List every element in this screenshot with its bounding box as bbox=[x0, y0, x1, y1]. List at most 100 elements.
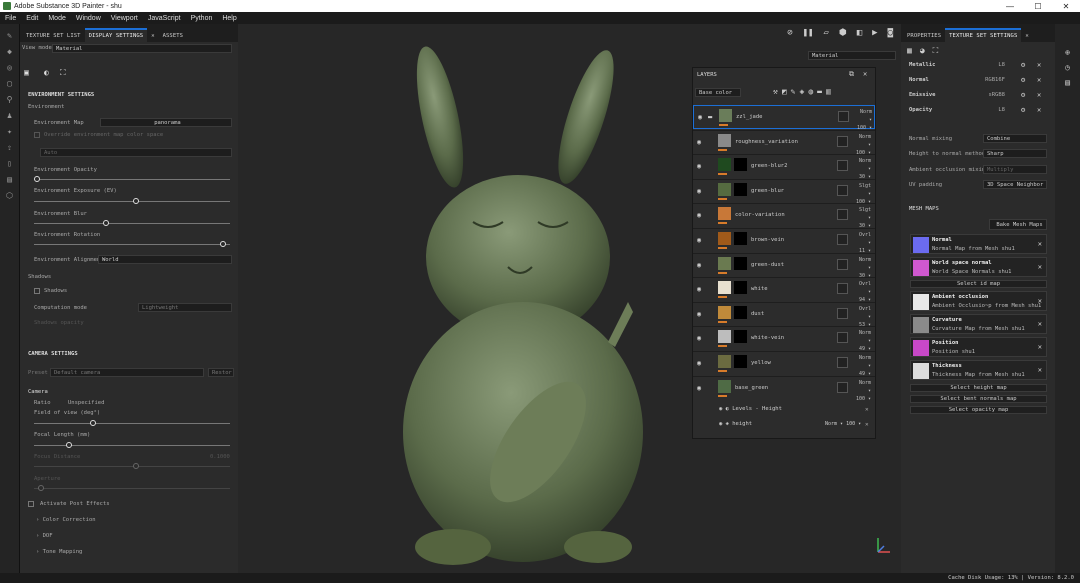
height-to-normal-select[interactable]: Sharp bbox=[983, 149, 1047, 158]
uv-padding-select[interactable]: 3D Space Neighbor bbox=[983, 180, 1047, 189]
view-mode-select[interactable]: Material bbox=[52, 44, 232, 53]
layer-blend[interactable]: Norm ▾ 49 ▾ bbox=[853, 329, 871, 353]
add-paint-layer-icon[interactable]: ✎ bbox=[791, 87, 796, 96]
layer-row[interactable]: ◉ yellow Norm ▾ 49 ▾ bbox=[693, 351, 875, 378]
layer-select-checkbox[interactable] bbox=[837, 234, 848, 245]
layer-select-checkbox[interactable] bbox=[837, 307, 848, 319]
eye-icon[interactable]: ◉ bbox=[697, 236, 701, 244]
3d-view-icon[interactable]: ◧ bbox=[857, 28, 862, 38]
layer-select-checkbox[interactable] bbox=[837, 332, 848, 344]
layer-select-checkbox[interactable] bbox=[837, 381, 848, 393]
tab-assets[interactable]: ASSETS bbox=[159, 30, 187, 42]
layer-mask-thumbnail[interactable] bbox=[734, 305, 747, 319]
channel-settings-icon[interactable]: ⚙ bbox=[1021, 91, 1025, 99]
field-of-view-slider[interactable] bbox=[34, 423, 230, 424]
paint-brush-icon[interactable]: ✎ bbox=[5, 32, 15, 40]
mesh-map-slot[interactable]: Position Position shu1 ✕ bbox=[910, 337, 1047, 357]
sphere-icon[interactable]: ◕ bbox=[920, 46, 925, 56]
focal-length-slider[interactable] bbox=[34, 445, 230, 446]
trash-icon[interactable]: ▯ bbox=[5, 160, 15, 168]
layer-blend[interactable]: Norm ▾ 100 ▾ bbox=[853, 379, 871, 403]
color-space-select[interactable]: Auto bbox=[40, 148, 232, 157]
grid-icon[interactable]: ▦ bbox=[907, 46, 912, 56]
smudge-icon[interactable]: ⚲ bbox=[5, 96, 15, 104]
layers-close-icon[interactable]: ✕ bbox=[863, 70, 867, 78]
menu-window[interactable]: Window bbox=[71, 15, 106, 22]
channel-remove-icon[interactable]: ✕ bbox=[1037, 91, 1041, 99]
layer-blend[interactable]: Norm ▾ 100 ▾ bbox=[854, 108, 872, 132]
environment-icon[interactable]: ◐ bbox=[44, 68, 53, 77]
add-smart-material-icon[interactable]: ◍ bbox=[808, 87, 813, 96]
mesh-map-remove-icon[interactable]: ✕ bbox=[1038, 297, 1042, 305]
uv-icon[interactable]: ⛶ bbox=[933, 46, 939, 56]
folder-icon[interactable]: ▬ bbox=[708, 113, 712, 121]
menu-viewport[interactable]: Viewport bbox=[106, 15, 143, 22]
minimize-button[interactable]: — bbox=[996, 2, 1024, 11]
add-mask-icon[interactable]: ◩ bbox=[782, 87, 787, 96]
eye-icon[interactable]: ◉ bbox=[719, 406, 722, 412]
override-color-space-checkbox[interactable] bbox=[34, 132, 40, 138]
layer-select-checkbox[interactable] bbox=[838, 111, 849, 122]
layer-select-checkbox[interactable] bbox=[837, 209, 848, 221]
shelf-icon[interactable]: ⊕ bbox=[1055, 48, 1080, 57]
object-icon[interactable]: ⬢ bbox=[839, 28, 847, 38]
environment-opacity-knob[interactable] bbox=[34, 176, 40, 182]
mesh-map-remove-icon[interactable]: ✕ bbox=[1038, 320, 1042, 328]
layer-row[interactable]: ◉ base_green Norm ▾ 100 ▾ bbox=[693, 375, 875, 403]
clone-icon[interactable]: ♟ bbox=[5, 112, 15, 120]
layer-blend[interactable]: Norm ▾ 49 ▾ bbox=[853, 354, 871, 378]
layer-mask-thumbnail[interactable] bbox=[734, 330, 747, 344]
mesh-map-slot[interactable]: Curvature Curvature Map from Mesh shu1 ✕ bbox=[910, 314, 1047, 334]
select-bent-normals-button[interactable]: Select bent normals map bbox=[910, 395, 1047, 403]
mesh-map-slot[interactable]: Ambient occlusion Ambient Occlusio~p from… bbox=[910, 291, 1047, 311]
environment-map-field[interactable]: panorama bbox=[100, 118, 232, 127]
restore-button[interactable]: Restor bbox=[208, 368, 234, 377]
bake-mesh-maps-button[interactable]: Bake Mesh Maps bbox=[989, 219, 1047, 230]
eye-icon[interactable]: ◉ bbox=[698, 113, 702, 121]
layer-blend[interactable]: Norm ▾ 30 ▾ bbox=[853, 157, 871, 181]
environment-blur-slider[interactable] bbox=[34, 223, 230, 224]
tone-mapping-expander[interactable]: › Tone Mapping bbox=[36, 549, 254, 555]
layer-blend[interactable]: Slgt ▾ 30 ▾ bbox=[853, 206, 871, 230]
layer-select-checkbox[interactable] bbox=[837, 135, 848, 147]
environment-rotation-knob[interactable] bbox=[220, 241, 226, 247]
box-icon[interactable]: ⬡ bbox=[5, 192, 15, 200]
eye-icon[interactable]: ◉ bbox=[697, 211, 701, 219]
color-correction-expander[interactable]: › Color Correction bbox=[36, 517, 254, 523]
eye-icon[interactable]: ◉ bbox=[697, 285, 701, 293]
eye-icon[interactable]: ◉ bbox=[697, 334, 701, 342]
layer-row[interactable]: ◉ color-variation Slgt ▾ 30 ▾ bbox=[693, 203, 875, 230]
select-height-map-button[interactable]: Select height map bbox=[910, 384, 1047, 392]
layer-row[interactable]: ◉ white-vein Norm ▾ 49 ▾ bbox=[693, 326, 875, 353]
viewer-icon[interactable]: ⛶ bbox=[60, 68, 69, 77]
layer-blend[interactable]: Slgt ▾ 100 ▾ bbox=[853, 182, 871, 206]
height-close-icon[interactable]: ✕ bbox=[865, 421, 869, 428]
layer-row[interactable]: ◉ green-dust Norm ▾ 30 ▾ bbox=[693, 252, 875, 280]
levels-height-row[interactable]: ◉ ◐ Levels - Height bbox=[719, 406, 782, 412]
environment-exposure-knob[interactable] bbox=[133, 198, 139, 204]
select-opacity-map-button[interactable]: Select opacity map bbox=[910, 406, 1047, 414]
screenshot-icon[interactable]: ◙ bbox=[888, 28, 893, 38]
pause-icon[interactable]: ❚❚ bbox=[803, 28, 814, 38]
layers-detach-icon[interactable]: ⧉ bbox=[849, 70, 854, 79]
close-window-button[interactable]: ✕ bbox=[1052, 2, 1080, 11]
channel-select[interactable]: Base color bbox=[695, 88, 741, 97]
layer-select-checkbox[interactable] bbox=[837, 283, 848, 295]
hide-ui-icon[interactable]: ⊘ bbox=[787, 28, 792, 38]
channel-settings-icon[interactable]: ⚙ bbox=[1021, 61, 1025, 69]
layer-blend[interactable]: Norm ▾ 30 ▾ bbox=[853, 256, 871, 280]
focus-distance-knob[interactable] bbox=[133, 463, 139, 469]
layer-select-checkbox[interactable] bbox=[837, 258, 848, 270]
menu-edit[interactable]: Edit bbox=[21, 15, 43, 22]
levels-close-icon[interactable]: ✕ bbox=[865, 406, 869, 413]
channel-remove-icon[interactable]: ✕ bbox=[1037, 76, 1041, 84]
eraser-icon[interactable]: ◆ bbox=[5, 48, 15, 56]
mesh-map-remove-icon[interactable]: ✕ bbox=[1038, 366, 1042, 374]
eye-icon[interactable]: ◉ bbox=[697, 138, 701, 146]
add-fill-layer-icon[interactable]: ◈ bbox=[799, 87, 804, 96]
tab-texture-set-list[interactable]: TEXTURE SET LIST bbox=[22, 30, 85, 42]
environment-rotation-slider[interactable] bbox=[34, 244, 230, 245]
tab-properties[interactable]: PROPERTIES bbox=[903, 30, 945, 42]
layer-blend[interactable]: Ovrl ▾ 94 ▾ bbox=[853, 280, 871, 304]
layer-blend[interactable]: Ovrl ▾ 53 ▾ bbox=[853, 305, 871, 329]
